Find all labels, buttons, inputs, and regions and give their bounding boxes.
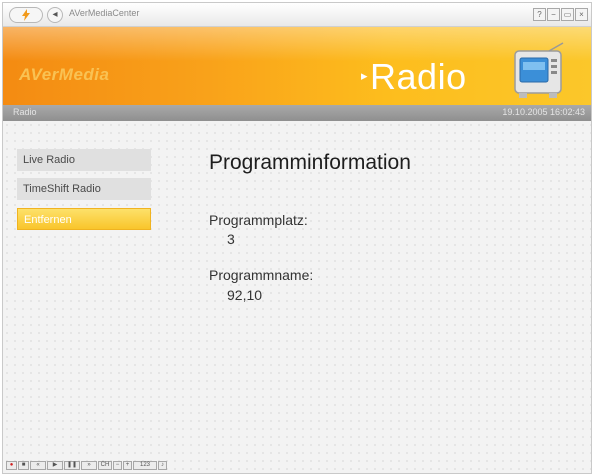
app-window: ◂ AVerMediaCenter ? − ▭ × AVerMedia ▸Rad…: [2, 2, 592, 474]
back-button[interactable]: ◂: [47, 7, 63, 23]
app-logo-button[interactable]: [9, 7, 43, 23]
section-arrow-icon: ▸: [361, 68, 369, 83]
menu-item-timeshift-radio[interactable]: TimeShift Radio: [17, 178, 151, 200]
program-name-label: Programmname:: [209, 267, 314, 283]
header-banner: AVerMedia ▸Radio: [3, 27, 591, 105]
mute-icon[interactable]: ♪: [158, 461, 167, 470]
player-controls: ● ■ « ▶ ❚❚ » CH − + 123 ♪: [6, 461, 167, 470]
menu-item-entfernen[interactable]: Entfernen: [17, 208, 151, 230]
channel-icon[interactable]: CH: [98, 461, 112, 470]
title-bar: ◂ AVerMediaCenter ? − ▭ ×: [3, 3, 591, 27]
volume-down-icon[interactable]: −: [113, 461, 122, 470]
page-title: Programminformation: [209, 151, 411, 174]
keypad-icon[interactable]: 123: [133, 461, 157, 470]
program-name-value: 92,10: [227, 287, 263, 303]
pause-icon[interactable]: ❚❚: [64, 461, 80, 470]
banner-glow: [3, 27, 591, 61]
date-time: 19.10.2005 16:02:43: [502, 107, 585, 117]
radio-device-icon: [514, 42, 564, 98]
brand-logo: AVerMedia: [19, 65, 110, 84]
help-button[interactable]: ?: [533, 8, 546, 21]
program-slot-label: Programmplatz:: [209, 212, 308, 228]
stop-icon[interactable]: ■: [18, 461, 29, 470]
rewind-icon[interactable]: «: [30, 461, 46, 470]
volume-up-icon[interactable]: +: [123, 461, 132, 470]
lightning-icon: [22, 9, 30, 21]
section-title: ▸Radio: [361, 56, 467, 98]
main-content: Live Radio TimeShift Radio Entfernen Pro…: [3, 121, 591, 473]
record-icon[interactable]: ●: [6, 461, 17, 470]
forward-icon[interactable]: »: [81, 461, 97, 470]
menu-item-live-radio[interactable]: Live Radio: [17, 149, 151, 171]
status-bar: Radio 19.10.2005 16:02:43: [3, 105, 591, 121]
window-title: AVerMediaCenter: [69, 8, 140, 18]
breadcrumb: Radio: [13, 107, 37, 117]
back-arrow-icon: ◂: [52, 9, 58, 20]
program-slot-value: 3: [227, 231, 235, 247]
section-title-text: Radio: [370, 56, 467, 97]
play-icon[interactable]: ▶: [47, 461, 63, 470]
close-button[interactable]: ×: [575, 8, 588, 21]
restore-button[interactable]: ▭: [561, 8, 574, 21]
minimize-button[interactable]: −: [547, 8, 560, 21]
